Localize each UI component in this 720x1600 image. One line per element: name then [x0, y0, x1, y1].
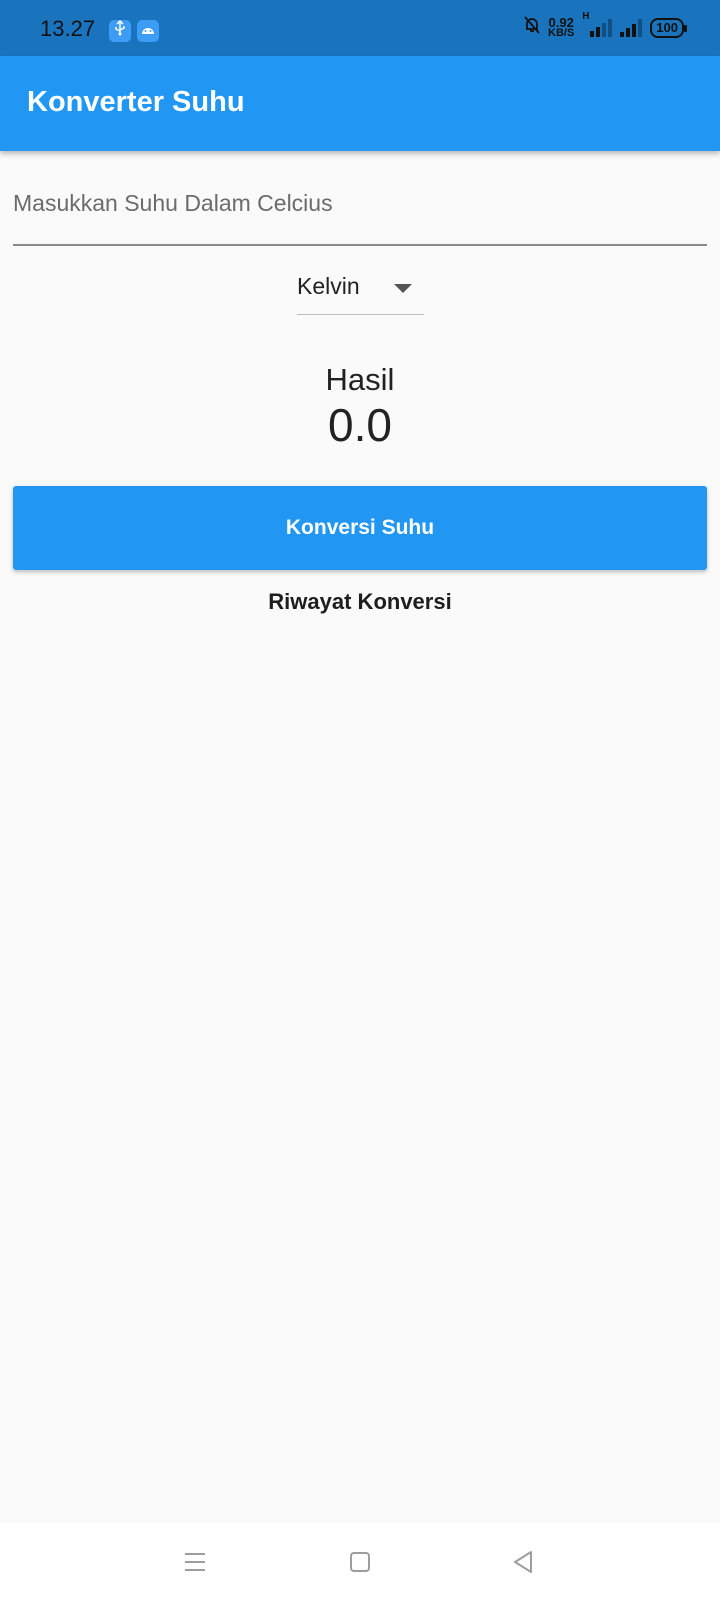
dropdown-selected: Kelvin: [297, 273, 360, 299]
net-speed-value: 0.92: [548, 14, 574, 30]
back-icon[interactable]: [506, 1545, 540, 1579]
bell-off-icon: [524, 16, 540, 39]
net-speed: 0.92 KB/S: [548, 14, 575, 39]
unit-dropdown[interactable]: Kelvin: [297, 268, 424, 315]
app-bar: Konverter Suhu: [0, 56, 720, 151]
net-speed-unit: KB/S: [548, 26, 575, 39]
home-icon[interactable]: [343, 1545, 377, 1579]
usb-icon: [109, 19, 131, 42]
status-bar: 13.27 0.92 KB/S H 100: [0, 0, 720, 56]
battery-indicator: 100: [650, 17, 687, 38]
android-icon: [137, 20, 159, 42]
signal-sim1: H: [582, 11, 613, 37]
history-title: Riwayat Konversi: [268, 589, 452, 614]
dropdown-arrow-icon: [394, 284, 412, 293]
status-right: 0.92 KB/S H 100: [524, 11, 687, 39]
celsius-input[interactable]: [13, 178, 707, 228]
convert-button[interactable]: Konversi Suhu: [13, 486, 707, 570]
celsius-input-field[interactable]: [13, 178, 707, 246]
navigation-bar: [0, 1523, 720, 1600]
menu-icon[interactable]: [178, 1545, 212, 1579]
result-value: 0.0: [328, 399, 392, 451]
app-title: Konverter Suhu: [27, 86, 245, 118]
network-type: H: [582, 10, 590, 22]
result-label: Hasil: [325, 362, 395, 397]
status-time: 13.27: [40, 16, 96, 41]
signal-icon: [590, 18, 613, 37]
signal-sim2-icon: [620, 18, 643, 37]
